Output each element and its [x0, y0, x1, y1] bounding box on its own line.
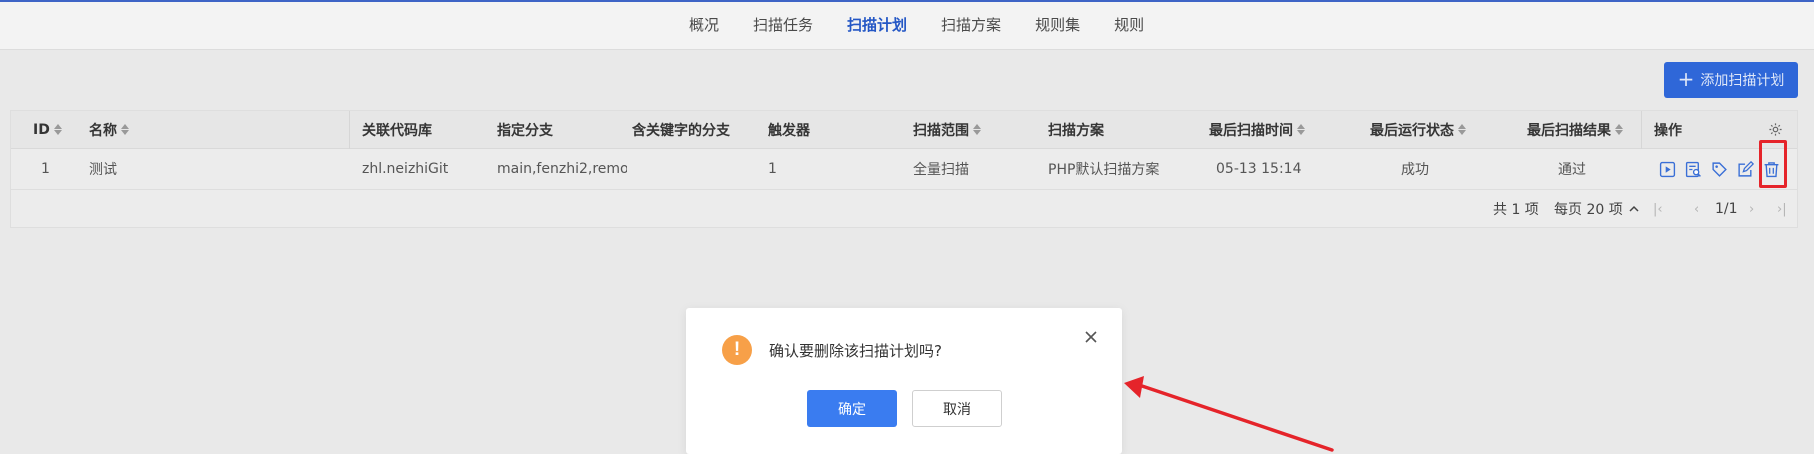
tag-icon[interactable]	[1711, 161, 1728, 178]
col-id-label: ID	[33, 121, 50, 138]
col-name-header[interactable]: 名称	[89, 111, 129, 148]
page-indicator: 1/1	[1715, 201, 1738, 217]
col-trigger-header: 触发器	[768, 122, 810, 139]
dialog-message: 确认要删除该扫描计划吗?	[769, 342, 942, 360]
cell-scope: 全量扫描	[913, 162, 969, 178]
sort-icon	[53, 124, 62, 135]
col-scope-label: 扫描范围	[913, 122, 969, 139]
pagination: 共 1 项 每页 20 项 |‹ ‹ 1/1 › ›|	[11, 190, 1797, 228]
col-repo-header: 关联代码库	[362, 122, 432, 139]
tab-rule-sets[interactable]: 规则集	[1018, 2, 1097, 50]
next-page-icon[interactable]: ›	[1749, 190, 1754, 228]
add-scan-plan-button[interactable]: + 添加扫描计划	[1664, 62, 1798, 98]
last-page-icon[interactable]: ›|	[1777, 190, 1787, 228]
cell-repo: zhl.neizhiGit	[362, 161, 449, 177]
table-row: 1 测试 zhl.neizhiGit main,fenzhi2,remot 1 …	[11, 149, 1797, 190]
cell-branch: main,fenzhi2,remot	[497, 161, 627, 177]
col-id-header[interactable]: ID	[33, 111, 62, 148]
prev-page-icon[interactable]: ‹	[1694, 190, 1699, 228]
scan-plan-table: ID 名称 关联代码库 指定分支 含关键字的分支 触发器 扫描范围 扫描方案 最…	[10, 110, 1798, 228]
first-page-icon[interactable]: |‹	[1653, 190, 1663, 228]
page-size-label: 每页 20 项	[1554, 202, 1623, 218]
cell-last-status: 成功	[1401, 162, 1429, 178]
table-header: ID 名称 关联代码库 指定分支 含关键字的分支 触发器 扫描范围 扫描方案 最…	[11, 111, 1797, 149]
cell-last-result: 通过	[1558, 162, 1586, 178]
sort-icon	[1615, 124, 1623, 135]
col-scope-header[interactable]: 扫描范围	[913, 111, 981, 148]
sort-icon	[973, 124, 981, 135]
confirm-button[interactable]: 确定	[807, 390, 897, 427]
tab-rules[interactable]: 规则	[1097, 2, 1161, 50]
cancel-button[interactable]: 取消	[912, 390, 1002, 427]
pagination-total: 共 1 项	[1493, 202, 1539, 218]
delete-highlight-box	[1759, 140, 1787, 188]
chevron-up-icon	[1629, 201, 1639, 217]
add-scan-plan-label: 添加扫描计划	[1700, 73, 1785, 89]
col-actions-header: 操作	[1654, 122, 1682, 139]
tab-scan-schemes[interactable]: 扫描方案	[924, 2, 1018, 50]
col-name-label: 名称	[89, 122, 117, 139]
nav-tabs: 概况 扫描任务 扫描计划 扫描方案 规则集 规则	[672, 2, 1161, 50]
col-last-status-label: 最后运行状态	[1370, 122, 1454, 139]
col-scheme-header: 扫描方案	[1048, 122, 1104, 139]
col-last-result-header[interactable]: 最后扫描结果	[1527, 111, 1623, 148]
confirm-delete-dialog: ! 确认要删除该扫描计划吗? 确定 取消	[686, 308, 1122, 454]
cell-id: 1	[41, 161, 50, 177]
sort-icon	[1458, 124, 1466, 135]
page-size-select[interactable]: 每页 20 项	[1554, 190, 1639, 228]
col-branch-header: 指定分支	[497, 122, 553, 139]
run-icon[interactable]	[1659, 161, 1676, 178]
col-last-result-label: 最后扫描结果	[1527, 122, 1611, 139]
tab-scan-tasks[interactable]: 扫描任务	[736, 2, 830, 50]
cell-trigger-link[interactable]: 1	[768, 149, 777, 189]
plus-icon: +	[1677, 67, 1695, 91]
view-log-icon[interactable]	[1685, 161, 1702, 178]
top-nav: 概况 扫描任务 扫描计划 扫描方案 规则集 规则	[0, 0, 1814, 50]
edit-icon[interactable]	[1737, 160, 1754, 178]
annotation-arrow	[1124, 376, 1334, 452]
cell-scheme: PHP默认扫描方案	[1048, 162, 1160, 178]
col-last-time-label: 最后扫描时间	[1209, 122, 1293, 139]
tab-overview[interactable]: 概况	[672, 2, 736, 50]
warning-icon: !	[722, 335, 752, 365]
sort-icon	[1297, 124, 1305, 135]
close-icon[interactable]	[1082, 328, 1100, 346]
sort-icon	[121, 124, 129, 135]
tab-scan-plans[interactable]: 扫描计划	[830, 2, 924, 50]
col-last-time-header[interactable]: 最后扫描时间	[1209, 111, 1305, 148]
col-keyword-branch-header: 含关键字的分支	[632, 122, 730, 139]
cell-last-time: 05-13 15:14	[1216, 161, 1302, 177]
col-last-status-header[interactable]: 最后运行状态	[1370, 111, 1466, 148]
cell-name-link[interactable]: 测试	[89, 149, 117, 189]
